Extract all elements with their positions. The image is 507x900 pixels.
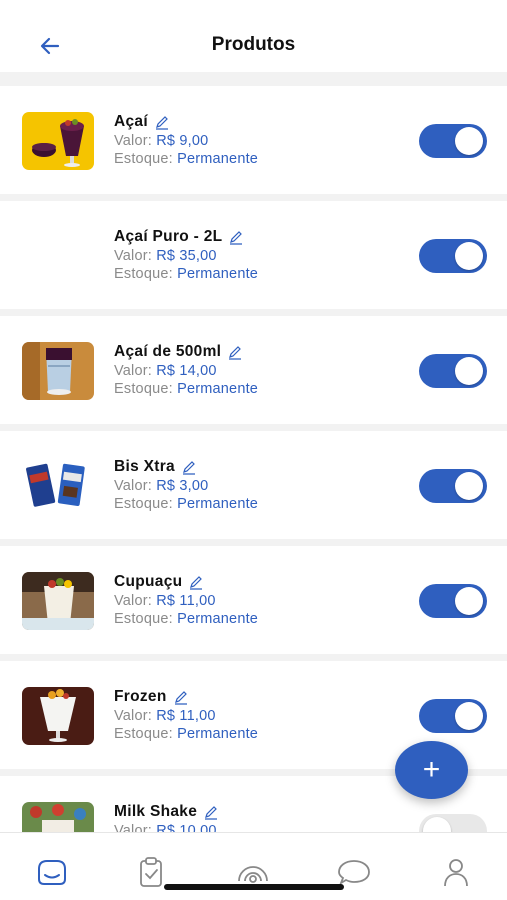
product-name: Açaí Puro - 2L [114, 228, 223, 245]
edit-icon[interactable] [181, 459, 197, 475]
product-card[interactable]: Açaí de 500ml Valor: R$ 14,00 Estoque: P… [0, 316, 507, 424]
product-stock: Permanente [177, 611, 259, 627]
product-image [22, 687, 94, 745]
product-name: Milk Shake [114, 803, 198, 820]
product-price: R$ 10,00 [156, 823, 217, 832]
product-price: R$ 14,00 [156, 363, 217, 379]
stock-label: Estoque: [114, 151, 178, 167]
toggle-knob [455, 357, 483, 385]
broadcast-icon [238, 866, 268, 883]
stock-label: Estoque: [114, 381, 178, 397]
product-price: R$ 35,00 [156, 248, 217, 264]
stock-label: Estoque: [114, 266, 178, 282]
edit-icon[interactable] [188, 574, 204, 590]
product-name: Frozen [114, 688, 167, 705]
toggle-knob [423, 817, 451, 832]
product-card[interactable]: Cupuaçu Valor: R$ 11,00 Estoque: Permane… [0, 546, 507, 654]
home-indicator [164, 884, 344, 890]
toggle-knob [455, 242, 483, 270]
product-name: Açaí [114, 113, 148, 130]
edit-icon[interactable] [228, 229, 244, 245]
product-card[interactable]: Bis Xtra Valor: R$ 3,00 Estoque: Permane… [0, 431, 507, 539]
product-image [22, 457, 94, 515]
price-label: Valor: [114, 823, 157, 832]
product-card[interactable]: Açaí Valor: R$ 9,00 Estoque: Permanente [0, 86, 507, 194]
availability-toggle[interactable] [419, 699, 487, 733]
tab-profile[interactable] [436, 855, 476, 889]
stock-label: Estoque: [114, 496, 178, 512]
product-name: Açaí de 500ml [114, 343, 222, 360]
product-name: Bis Xtra [114, 458, 175, 475]
tab-home[interactable] [32, 855, 72, 889]
product-image [22, 572, 94, 630]
price-label: Valor: [114, 593, 157, 609]
product-image [22, 342, 94, 400]
edit-icon[interactable] [203, 804, 219, 820]
price-label: Valor: [114, 478, 157, 494]
price-label: Valor: [114, 708, 157, 724]
product-image [22, 802, 94, 832]
availability-toggle[interactable] [419, 124, 487, 158]
toggle-knob [455, 702, 483, 730]
product-stock: Permanente [177, 726, 259, 742]
edit-icon[interactable] [227, 344, 243, 360]
page-title: Produtos [211, 34, 296, 55]
header: Produtos [0, 0, 507, 72]
product-price: R$ 3,00 [156, 478, 209, 494]
availability-toggle[interactable] [419, 469, 487, 503]
stock-label: Estoque: [114, 611, 178, 627]
product-price: R$ 9,00 [156, 133, 209, 149]
stock-label: Estoque: [114, 726, 178, 742]
edit-icon[interactable] [173, 689, 189, 705]
chat-icon [338, 860, 370, 886]
add-product-button[interactable]: + [395, 741, 468, 799]
price-label: Valor: [114, 133, 157, 149]
price-label: Valor: [114, 363, 157, 379]
toggle-knob [455, 587, 483, 615]
availability-toggle[interactable] [419, 239, 487, 273]
profile-icon [444, 859, 468, 887]
orders-icon [140, 857, 162, 887]
product-name: Cupuaçu [114, 573, 183, 590]
product-price: R$ 11,00 [156, 593, 216, 609]
availability-toggle[interactable] [419, 814, 487, 832]
toggle-knob [455, 472, 483, 500]
product-stock: Permanente [177, 496, 259, 512]
product-stock: Permanente [177, 381, 259, 397]
edit-icon[interactable] [154, 114, 170, 130]
product-stock: Permanente [177, 266, 259, 282]
availability-toggle[interactable] [419, 584, 487, 618]
product-card[interactable]: Açaí Puro - 2L Valor: R$ 35,00 Estoque: … [0, 201, 507, 309]
availability-toggle[interactable] [419, 354, 487, 388]
product-list[interactable]: Açaí Valor: R$ 9,00 Estoque: Permanente … [0, 72, 507, 832]
product-image [22, 112, 94, 170]
home-icon [38, 860, 66, 885]
toggle-knob [455, 127, 483, 155]
product-stock: Permanente [177, 151, 259, 167]
product-price: R$ 11,00 [156, 708, 216, 724]
plus-icon: + [422, 753, 441, 786]
price-label: Valor: [114, 248, 157, 264]
